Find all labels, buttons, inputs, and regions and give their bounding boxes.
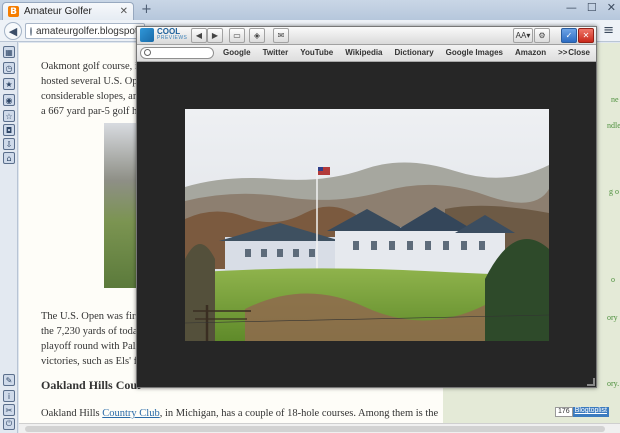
section-heading: Oakland Hills Cour (41, 378, 143, 392)
paragraph-line: considerable slopes, and (41, 91, 144, 102)
preview-viewport (137, 63, 596, 387)
blog-photo (104, 123, 139, 288)
download-icon[interactable]: ⇩ (3, 138, 15, 150)
bookmark-star-icon[interactable]: ★ (3, 78, 15, 90)
tab-strip: B Amateur Golfer ✕ + — ☐ ✕ (0, 0, 620, 20)
blogtoplist-link[interactable]: Blogtoplist (572, 407, 609, 417)
sidebar-text: ne (611, 95, 619, 104)
search-icon (144, 49, 151, 56)
popup-close-button[interactable]: ✕ (578, 28, 594, 43)
sidebar-text: g o (609, 187, 619, 196)
pin-button[interactable]: ✓ (561, 28, 577, 43)
blogger-icon: B (8, 6, 19, 17)
tab-close-icon[interactable]: ✕ (120, 6, 128, 17)
home-icon[interactable]: ⌂ (3, 152, 15, 164)
window-close-button[interactable]: ✕ (607, 1, 616, 14)
sidebar-text: ndle (607, 121, 620, 130)
popup-back-button[interactable]: ◀ (191, 28, 207, 43)
mail-icon[interactable]: ✉ (273, 28, 289, 43)
tab-title: Amateur Golfer (24, 6, 92, 17)
minimize-button[interactable]: — (566, 1, 577, 14)
sidebar-text: ory (607, 313, 618, 322)
window-controls: — ☐ ✕ (566, 1, 616, 14)
layers-icon[interactable]: ◈ (249, 28, 265, 43)
info-icon[interactable]: i (3, 390, 15, 402)
paragraph-line: playoff round with Palm (41, 341, 144, 352)
link-twitter[interactable]: Twitter (263, 48, 289, 57)
apps-icon[interactable]: ▦ (3, 46, 15, 58)
search-links-bar: Google Twitter YouTube Wikipedia Diction… (137, 45, 596, 62)
link-wikipedia[interactable]: Wikipedia (345, 48, 382, 57)
address-bar[interactable]: amateurgolfer.blogspot.co (25, 23, 145, 39)
sidebar-text: ory. (607, 379, 620, 388)
tools-icon[interactable]: ✂ (3, 404, 15, 416)
paragraph-line: The U.S. Open was first (41, 311, 143, 322)
font-size-button[interactable]: AA▾ (513, 28, 533, 43)
paragraph-line: victories, such as Els' fir (41, 356, 144, 367)
logo-subtext: PREVIEWS (157, 35, 188, 41)
popup-close-link[interactable]: Close (568, 48, 590, 57)
wrench-icon[interactable]: ✎ (3, 374, 15, 386)
popup-toolbar: COOL PREVIEWS ◀ ▶ ▭ ◈ ✉ AA▾ ⚙ ✓ ✕ (137, 27, 596, 45)
link-google-images[interactable]: Google Images (446, 48, 503, 57)
popup-resize-handle[interactable] (587, 378, 595, 386)
url-text: amateurgolfer.blogspot.co (36, 25, 145, 37)
link-amazon[interactable]: Amazon (515, 48, 546, 57)
more-links-button[interactable]: >> (558, 48, 567, 57)
paragraph-line: Oakland Hills Country Club, in Michigan,… (41, 408, 439, 419)
preview-image-clubhouse (185, 109, 549, 341)
camera-icon[interactable]: ◘ (3, 124, 15, 136)
new-tab-button[interactable]: + (141, 2, 152, 17)
menu-icon[interactable]: ≡ (603, 23, 614, 38)
cool-previews-popup: COOL PREVIEWS ◀ ▶ ▭ ◈ ✉ AA▾ ⚙ ✓ ✕ Google… (136, 26, 597, 388)
paragraph-line: hosted several U.S. Ope (41, 76, 143, 87)
link-dictionary[interactable]: Dictionary (395, 48, 434, 57)
laptop-icon[interactable]: ▭ (229, 28, 245, 43)
logo-text: COOL (157, 27, 181, 36)
page-info-icon[interactable] (30, 26, 32, 36)
paragraph-line: Oakmont golf course, in (41, 61, 144, 72)
cool-previews-logo: COOL PREVIEWS (140, 28, 187, 42)
cool-previews-logo-icon (140, 28, 154, 42)
favorite-star-icon[interactable]: ☆ (3, 110, 15, 122)
back-button[interactable]: ◀ (4, 22, 22, 40)
scrollbar-thumb[interactable] (25, 426, 605, 432)
power-icon[interactable]: ⏻ (3, 418, 15, 430)
popup-forward-button[interactable]: ▶ (207, 28, 223, 43)
rss-icon[interactable]: ◉ (3, 94, 15, 106)
horizontal-scrollbar[interactable] (19, 423, 620, 433)
country-club-link[interactable]: Country Club (102, 408, 159, 419)
history-icon[interactable]: ◷ (3, 62, 15, 74)
sidebar-text: o (611, 275, 615, 284)
search-engine-links: Google Twitter YouTube Wikipedia Diction… (223, 48, 567, 57)
maximize-button[interactable]: ☐ (587, 1, 597, 14)
blogtoplist-badge[interactable]: 176 Blogtoplist (555, 407, 609, 417)
tab-amateur-golfer[interactable]: B Amateur Golfer ✕ (2, 2, 134, 20)
settings-gear-icon[interactable]: ⚙ (534, 28, 550, 43)
popup-search-input[interactable] (140, 47, 214, 59)
link-youtube[interactable]: YouTube (300, 48, 333, 57)
paragraph-line: a 667 yard par-5 golf ho (41, 106, 143, 117)
link-google[interactable]: Google (223, 48, 251, 57)
visit-count: 176 (555, 407, 573, 417)
sidebar: ▦ ◷ ★ ◉ ☆ ◘ ⇩ ⌂ ✎ i ✂ ⏻ (0, 42, 18, 433)
paragraph-line: the 7,230 yards of today (41, 326, 143, 337)
